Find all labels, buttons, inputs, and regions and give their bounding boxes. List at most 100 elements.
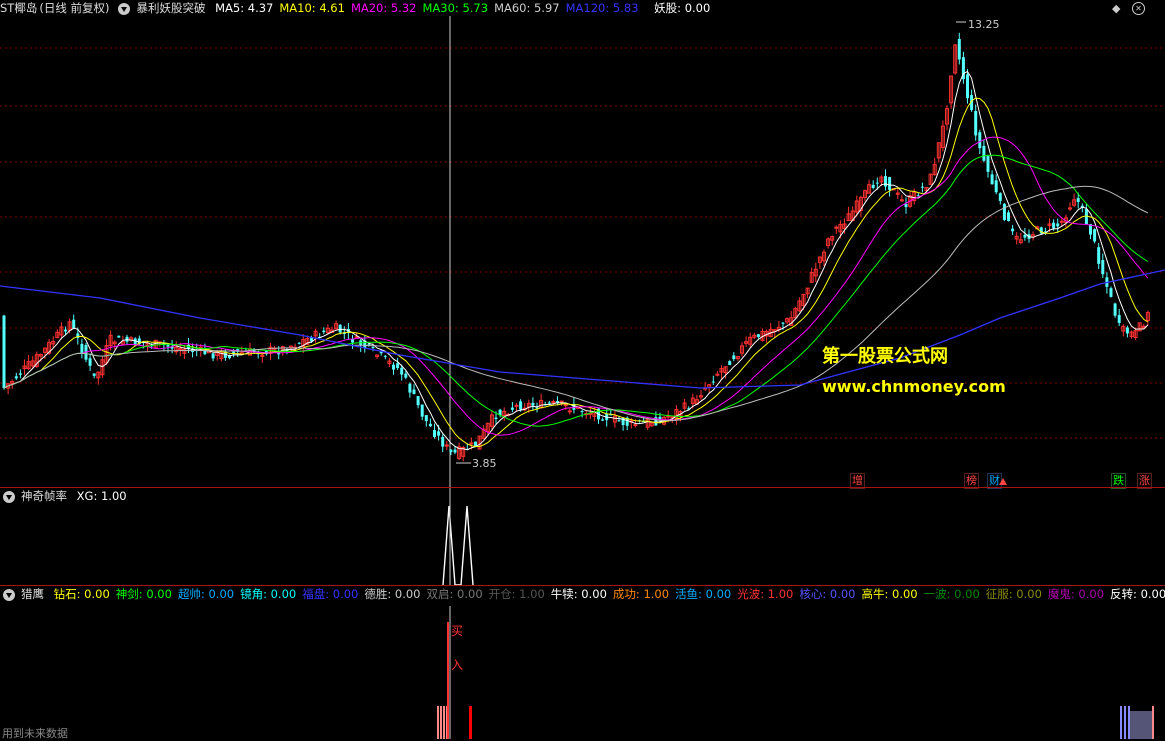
candle-body (1002, 203, 1006, 220)
candle-body (875, 182, 879, 184)
sub2-field: 核心: 0.00 (799, 587, 856, 601)
sub2-field: 反转: 0.00 (1110, 587, 1165, 601)
candle-body (519, 401, 523, 410)
xg-signal-line (442, 505, 474, 585)
candle-body (1101, 260, 1105, 275)
candle-body (14, 376, 18, 379)
candle-body (510, 407, 514, 410)
candle-body (920, 186, 924, 188)
candle-body (978, 132, 982, 149)
candle-body (428, 423, 432, 427)
sub2-field: 双启: 0.00 (426, 587, 483, 601)
low-price-label: 3.85 (472, 457, 497, 470)
sub2-title[interactable]: 猎鹰 (21, 587, 44, 601)
candle-body (884, 176, 887, 187)
main-chart-panel[interactable]: ST椰岛 (日线 前复权) 暴利妖股突破 MA5: 4.37 MA10: 4.61 MA… (0, 0, 1165, 489)
signal-bar (443, 706, 445, 739)
candle-body (998, 193, 1002, 201)
candle-body (1011, 228, 1015, 232)
candle-body (567, 410, 572, 413)
candle-body (64, 329, 67, 332)
sub1-dropdown-icon[interactable] (3, 490, 15, 503)
candle-body (728, 361, 732, 366)
candle-body (732, 355, 736, 360)
candle-body (601, 419, 605, 421)
candle-body (1076, 197, 1080, 203)
candle-body (383, 355, 387, 357)
candle-body (322, 330, 326, 333)
candle-body (563, 404, 568, 407)
buy-label-2: 入 (451, 658, 464, 672)
candle-body (1007, 212, 1010, 222)
candle-body (404, 373, 408, 378)
candle-body (453, 449, 457, 453)
close-icon[interactable]: ✕ (1132, 2, 1145, 15)
signal-bar (440, 706, 442, 739)
signal-bar (469, 706, 472, 739)
candle-body (437, 431, 441, 436)
candle-body (1056, 223, 1060, 227)
indicator-dropdown-icon[interactable] (118, 2, 131, 15)
candle-body (1023, 234, 1027, 238)
candle-body (420, 404, 424, 417)
candle-body (658, 416, 662, 420)
candle-body (92, 373, 96, 376)
ma-field: MA120: 5.83 (565, 1, 639, 15)
candle-body (1113, 303, 1117, 316)
sub2-canvas[interactable] (0, 586, 1165, 739)
candle-body (531, 402, 535, 406)
candle-body (551, 400, 556, 403)
stock-name: ST椰岛 (0, 1, 38, 15)
watermark-url: www.chnmoney.com (822, 377, 1006, 396)
candle-body (338, 324, 342, 333)
candle-body (260, 354, 265, 357)
sub2-field: 一波: 0.00 (923, 587, 980, 601)
sub2-field: 福盘: 0.00 (302, 587, 359, 601)
sub2-field: 成功: 1.00 (612, 587, 670, 601)
candle-body (1093, 229, 1097, 242)
sub2-dropdown-icon[interactable] (3, 588, 15, 601)
candle-body (899, 199, 904, 202)
ma-field: MA30: 5.73 (422, 1, 489, 15)
candle-body (412, 389, 416, 395)
ma-field: MA10: 4.61 (279, 1, 345, 15)
sub2-field: 活鱼: 0.00 (675, 587, 732, 601)
sub1-canvas[interactable] (0, 488, 1165, 585)
candle-body (871, 184, 875, 188)
sub2-field: 开仓: 1.00 (488, 587, 545, 601)
candle-body (117, 335, 121, 338)
candle-body (633, 424, 638, 427)
candle-body (1097, 247, 1101, 264)
sub2-field: 牛犊: 0.00 (550, 587, 607, 601)
candle-body (1117, 315, 1121, 323)
candle-body (580, 411, 584, 413)
candle-body (957, 38, 961, 60)
candle-body (711, 381, 715, 383)
main-header: ST椰岛 (日线 前复权) 暴利妖股突破 MA5: 4.37 MA10: 4.61 MA… (0, 0, 716, 16)
sub1-panel[interactable]: 神奇帧率 XG: 1.00 (0, 488, 1165, 585)
candle-body (2, 315, 6, 389)
ma-field: MA60: 5.97 (494, 1, 560, 15)
candle-body (408, 383, 412, 393)
candle-body (966, 74, 969, 99)
triangle-marker-icon (999, 478, 1007, 485)
sub2-panel[interactable]: 猎鹰 钻石: 0.00 神剑: 0.00 超帅: 0.00 镜角: 0.00 福盘: 0… (0, 586, 1165, 739)
candle-body (18, 373, 22, 375)
candle-body (974, 111, 978, 136)
signal-bar (1120, 706, 1122, 739)
ma-legend: MA5: 4.37 MA10: 4.61 MA20: 5.32 MA30: 5.73 M… (215, 1, 644, 15)
candle-body (834, 226, 839, 229)
main-chart-canvas[interactable] (0, 0, 1165, 487)
candle-body (1109, 288, 1113, 297)
watermark-title: 第一股票公式网 (822, 346, 948, 367)
diamond-icon[interactable]: ◆ (1112, 2, 1120, 15)
candle-body (469, 442, 474, 445)
indicator-name[interactable]: 暴利妖股突破 (136, 1, 205, 15)
candle-body (441, 436, 445, 447)
candle-body (88, 358, 92, 366)
candle-body (400, 367, 404, 375)
sub1-title[interactable]: 神奇帧率 (21, 489, 67, 503)
high-price-label: 13.25 (968, 18, 1000, 31)
signal-bar (437, 706, 439, 739)
candle-body (424, 415, 428, 422)
